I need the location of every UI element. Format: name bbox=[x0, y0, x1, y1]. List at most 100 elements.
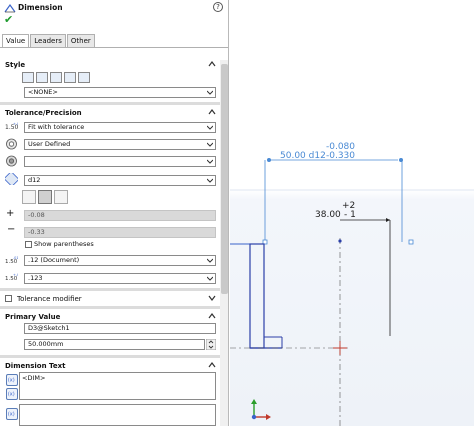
app-window: Dimension ? ✔ Value Leaders Other Style … bbox=[0, 0, 474, 426]
chevron-down-icon bbox=[207, 178, 213, 183]
lower-tolerance-label: -0.330 bbox=[326, 151, 355, 161]
fit-only-display-button[interactable] bbox=[54, 190, 68, 204]
tolerance-precision-icon: 1.50 +.01 bbox=[5, 273, 18, 282]
dimension-text-below-field[interactable] bbox=[19, 404, 216, 426]
svg-text:+.01: +.01 bbox=[13, 122, 18, 126]
tolerance-heading: Tolerance/Precision bbox=[5, 109, 82, 117]
tab-leaders[interactable]: Leaders bbox=[30, 34, 66, 47]
minus-tolerance-value: -0.33 bbox=[28, 228, 45, 236]
drawing-canvas: -0.080 50.00 d12 -0.330 +2 38.00 - 1 bbox=[230, 142, 474, 426]
arrowhead-icon bbox=[386, 218, 390, 222]
style-section-header[interactable]: Style bbox=[0, 59, 220, 72]
tolerance-type-value: Fit with tolerance bbox=[28, 123, 85, 131]
style-heading: Style bbox=[5, 61, 26, 69]
chevron-up-icon[interactable] bbox=[208, 361, 216, 369]
tab-value[interactable]: Value bbox=[2, 34, 30, 48]
show-parentheses-checkbox[interactable] bbox=[25, 241, 32, 248]
apply-default-style-button[interactable] bbox=[22, 72, 34, 83]
load-style-button[interactable] bbox=[64, 72, 76, 83]
inspection-dimension-button[interactable]: (x) bbox=[6, 408, 18, 420]
hole-fit-select[interactable]: User Defined bbox=[24, 139, 216, 150]
linear-display-button[interactable] bbox=[38, 190, 52, 204]
chevron-down-icon[interactable] bbox=[208, 294, 216, 302]
svg-text:+.01: +.01 bbox=[13, 273, 18, 277]
plus-tolerance-field[interactable]: -0.08 bbox=[24, 210, 216, 221]
value-spinner[interactable] bbox=[206, 339, 216, 350]
fit-class-select[interactable]: d12 bbox=[24, 175, 216, 186]
svg-text:(x): (x) bbox=[8, 392, 15, 398]
panel-header: Dimension ? ✔ bbox=[0, 0, 228, 28]
dimension-value-text: 50.000mm bbox=[28, 340, 64, 348]
chevron-down-icon bbox=[207, 90, 213, 95]
minus-tolerance-field[interactable]: -0.33 bbox=[24, 227, 216, 238]
hole-fit-value: User Defined bbox=[28, 140, 71, 148]
selected-dimension[interactable]: -0.080 50.00 d12 -0.330 bbox=[262, 142, 414, 245]
tolerance-precision-select[interactable]: .123 bbox=[24, 273, 216, 284]
update-style-button[interactable] bbox=[36, 72, 48, 83]
tolerance-modifier-checkbox[interactable] bbox=[5, 295, 12, 302]
origin-point bbox=[338, 239, 342, 243]
arrow-dot-right bbox=[399, 158, 403, 162]
tolerance-modifier-label: Tolerance modifier bbox=[17, 295, 82, 303]
sketch-part-outline bbox=[249, 243, 265, 349]
panel-title: Dimension bbox=[18, 3, 63, 12]
tolerance-type-icon: 1.50 +.01 bbox=[5, 122, 18, 131]
plus-tolerance-value: -0.08 bbox=[28, 211, 45, 219]
tolerance-section-header[interactable]: Tolerance/Precision bbox=[0, 107, 220, 120]
dimension-value-label-black: 38.00 bbox=[315, 210, 341, 220]
primary-value-heading: Primary Value bbox=[5, 313, 61, 321]
tab-bar: Value Leaders Other bbox=[2, 34, 96, 48]
tolerance-precision-value: .123 bbox=[28, 274, 43, 282]
tolerance-type-select[interactable]: Fit with tolerance bbox=[24, 122, 216, 133]
minus-icon: − bbox=[7, 224, 16, 235]
section-divider bbox=[0, 355, 220, 358]
ok-checkmark-icon[interactable]: ✔ bbox=[4, 14, 13, 26]
chevron-down-icon bbox=[207, 142, 213, 147]
fit-class-value: d12 bbox=[28, 176, 41, 184]
tolerance-modifier-header[interactable]: Tolerance modifier bbox=[0, 293, 220, 306]
chevron-down-icon bbox=[207, 258, 213, 263]
arrow-dot-left bbox=[267, 158, 271, 162]
handle-right bbox=[408, 239, 414, 245]
chevron-down-icon bbox=[207, 159, 213, 164]
dimension-name-field[interactable]: D3@Sketch1 bbox=[24, 323, 216, 334]
stacked-display-button[interactable] bbox=[22, 190, 36, 204]
tab-other[interactable]: Other bbox=[66, 34, 95, 47]
tab-divider bbox=[0, 47, 228, 48]
style-select-value: <NONE> bbox=[28, 88, 58, 96]
center-dimension-button[interactable]: (x) bbox=[6, 388, 18, 400]
chevron-down-icon bbox=[207, 125, 213, 130]
help-icon[interactable]: ? bbox=[213, 2, 223, 12]
primary-precision-value: .12 (Document) bbox=[28, 256, 80, 264]
svg-text:(x): (x) bbox=[8, 412, 15, 418]
plus-icon: + bbox=[6, 208, 15, 219]
section-divider bbox=[0, 306, 220, 309]
property-manager-panel: Dimension ? ✔ Value Leaders Other Style … bbox=[0, 0, 229, 426]
sketch-geometry[interactable] bbox=[230, 238, 350, 426]
shaft-fit-select[interactable] bbox=[24, 156, 216, 167]
primary-precision-select[interactable]: .12 (Document) bbox=[24, 255, 216, 266]
dimension-name-value: D3@Sketch1 bbox=[28, 324, 70, 332]
chevron-up-icon[interactable] bbox=[208, 60, 216, 68]
dimension-text-above-field[interactable]: <DIM> bbox=[19, 372, 216, 400]
dimension-text-heading: Dimension Text bbox=[5, 362, 66, 370]
scrollbar-thumb[interactable] bbox=[221, 64, 228, 294]
add-parentheses-button[interactable]: (x) bbox=[6, 374, 18, 386]
fit-class-icon bbox=[5, 173, 18, 185]
graphics-area[interactable]: -0.080 50.00 d12 -0.330 +2 38.00 - 1 bbox=[230, 0, 474, 426]
chevron-up-icon[interactable] bbox=[208, 108, 216, 116]
dimension-value-label: 50.00 d12 bbox=[280, 151, 326, 161]
chevron-up-icon[interactable] bbox=[208, 312, 216, 320]
style-select[interactable]: <NONE> bbox=[24, 87, 216, 98]
reference-dimension[interactable]: +2 38.00 - 1 bbox=[315, 201, 391, 336]
section-divider bbox=[0, 102, 220, 105]
delete-style-button[interactable] bbox=[78, 72, 90, 83]
dimension-value-field[interactable]: 50.000mm bbox=[24, 339, 205, 350]
show-parentheses-label: Show parentheses bbox=[34, 240, 94, 248]
svg-text:.01: .01 bbox=[13, 256, 18, 260]
save-style-button[interactable] bbox=[50, 72, 62, 83]
dimension-icon bbox=[4, 3, 16, 13]
axis-triad-icon bbox=[251, 399, 271, 420]
chevron-down-icon bbox=[207, 276, 213, 281]
section-divider bbox=[0, 288, 220, 291]
